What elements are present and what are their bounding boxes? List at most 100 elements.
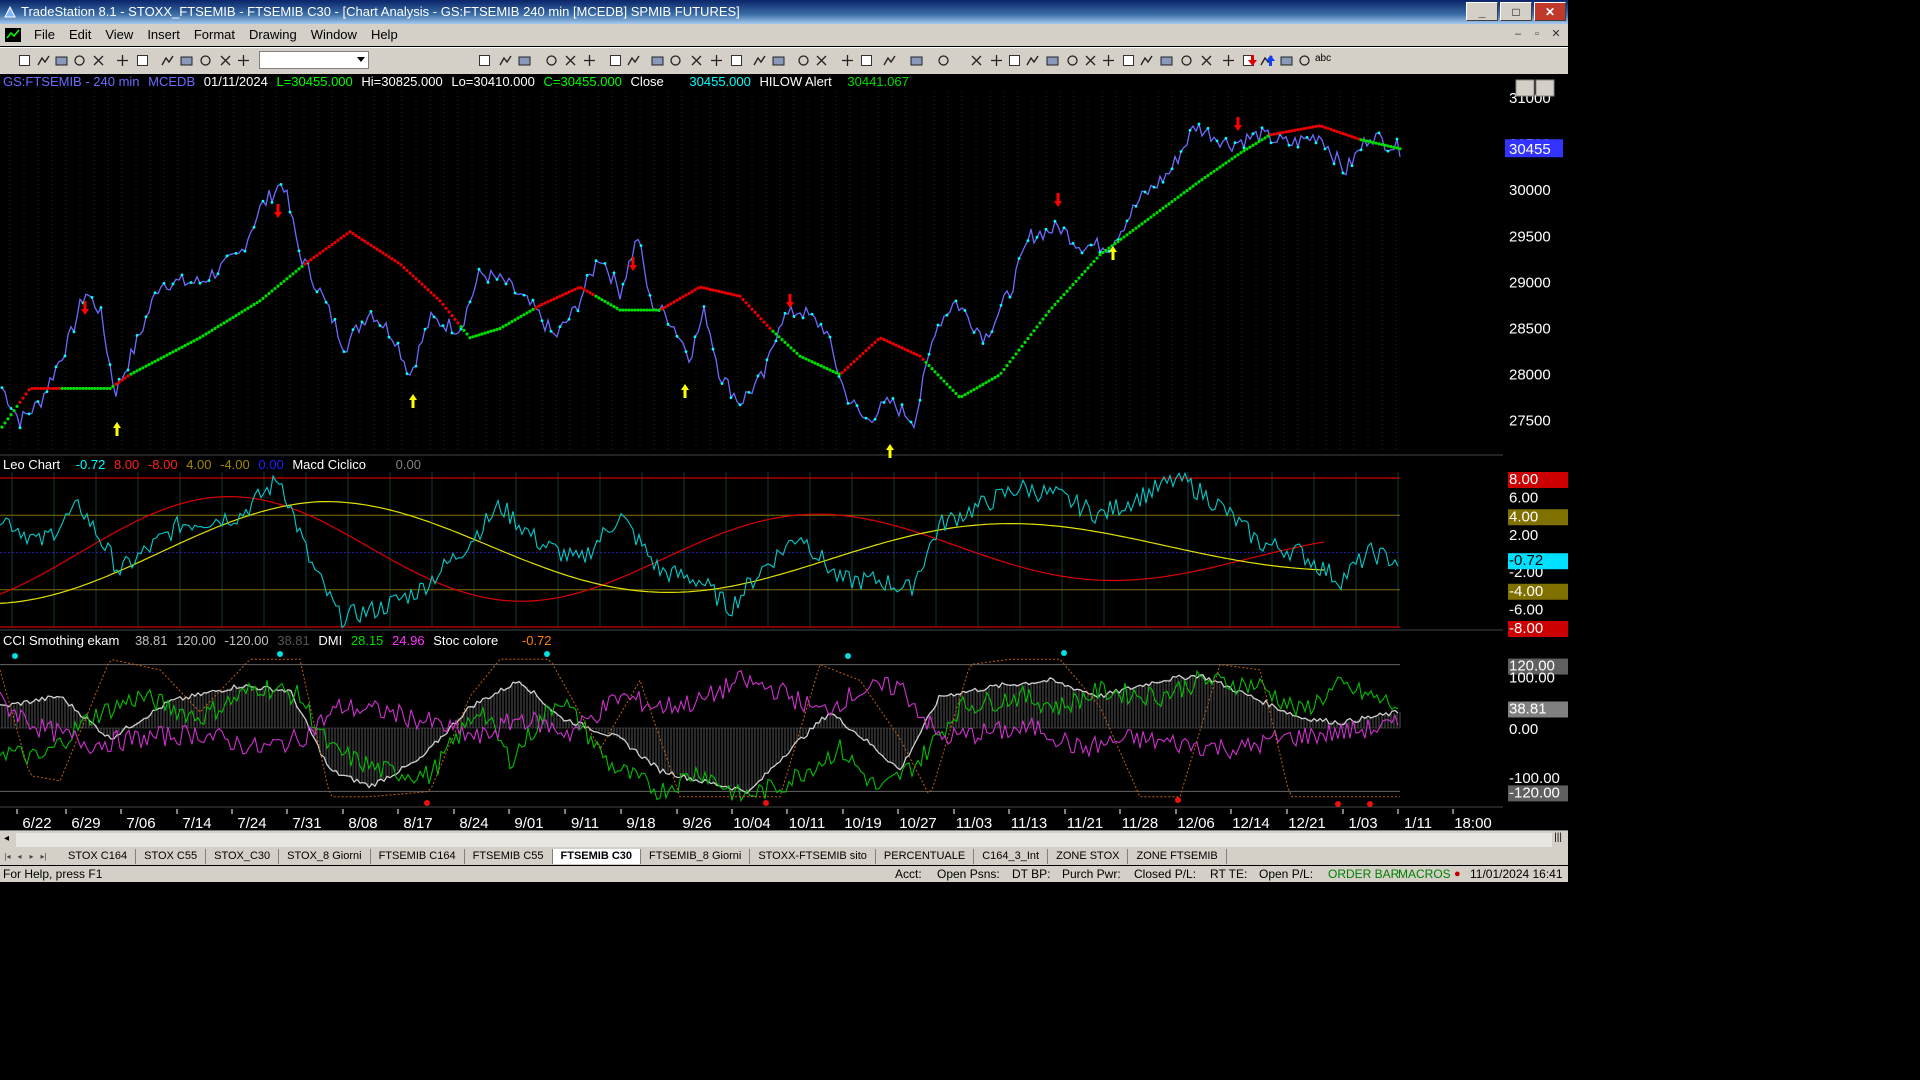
text-tool-button[interactable]: abc (1315, 53, 1331, 64)
workspace-tab[interactable]: STOX_8 Giorni (279, 849, 371, 864)
toolbar-tool-icon[interactable] (1084, 54, 1097, 67)
menu-format[interactable]: Format (187, 24, 242, 46)
hilow-dot (1164, 204, 1168, 208)
toolbar-tool-icon[interactable] (730, 54, 743, 67)
workspace-tab[interactable]: FTSEMIB C164 (371, 849, 465, 864)
minimize-button[interactable]: _ (1466, 2, 1498, 21)
toolbar-tool-icon[interactable] (690, 54, 703, 67)
workspace-tab[interactable]: STOXX-FTSEMIB sito (750, 849, 876, 864)
toolbar-tool-icon[interactable] (92, 54, 105, 67)
tab-first-icon[interactable]: |◂ (2, 850, 13, 863)
arrow-up-tool-icon[interactable] (1264, 54, 1277, 67)
menu-view[interactable]: View (98, 24, 140, 46)
price-point (675, 334, 679, 338)
chart-window-icon[interactable] (5, 28, 21, 42)
menu-window[interactable]: Window (304, 24, 364, 46)
chart-canvas[interactable]: 3100030500300002950029000285002800027500… (0, 74, 1568, 830)
toolbar-tool-icon[interactable] (583, 54, 596, 67)
toolbar-tool-icon[interactable] (161, 54, 174, 67)
toolbar-tool-icon[interactable] (199, 54, 212, 67)
toolbar-tool-icon[interactable] (1298, 54, 1311, 67)
toolbar-tool-icon[interactable] (237, 54, 250, 67)
toolbar-tool-icon[interactable] (1160, 54, 1173, 67)
maximize-button[interactable]: □ (1500, 2, 1532, 21)
toolbar-tool-icon[interactable] (860, 54, 873, 67)
symbol-combo[interactable] (259, 51, 369, 69)
macros-toggle[interactable]: MACROS (1398, 866, 1451, 882)
menu-insert[interactable]: Insert (140, 24, 187, 46)
menu-drawing[interactable]: Drawing (242, 24, 304, 46)
toolbar-tool-icon[interactable] (180, 54, 193, 67)
mdi-close-button[interactable]: ✕ (1548, 27, 1564, 41)
workspace-tab[interactable]: STOX C55 (136, 849, 207, 864)
workspace-tab[interactable]: PERCENTUALE (876, 849, 975, 864)
toolbar-tool-icon[interactable] (910, 54, 923, 67)
order-bar-toggle[interactable]: ORDER BAR (1328, 866, 1399, 882)
toolbar-tool-icon[interactable] (73, 54, 86, 67)
toolbar-tool-icon[interactable] (970, 54, 983, 67)
toolbar-tool-icon[interactable] (219, 54, 232, 67)
workspace-tab[interactable]: ZONE STOX (1048, 849, 1129, 864)
hilow-dot (894, 343, 898, 347)
toolbar-tool-icon[interactable] (627, 54, 640, 67)
workspace-tab[interactable]: C164_3_Int (974, 849, 1049, 864)
menu-file[interactable]: File (27, 24, 62, 46)
toolbar-tool-icon[interactable] (990, 54, 1003, 67)
toolbar-tool-icon[interactable] (478, 54, 491, 67)
toolbar-tool-icon[interactable] (564, 54, 577, 67)
menu-edit[interactable]: Edit (62, 24, 98, 46)
mdi-minimize-button[interactable]: – (1510, 27, 1526, 41)
toolbar-tool-icon[interactable] (1180, 54, 1193, 67)
toolbar-tool-icon[interactable] (1026, 54, 1039, 67)
close-button[interactable]: ✕ (1534, 2, 1566, 21)
toolbar-tool-icon[interactable] (518, 54, 531, 67)
toolbar-tool-icon[interactable] (37, 54, 50, 67)
workspace-tab[interactable]: FTSEMIB C30 (552, 849, 642, 864)
toolbar-tool-icon[interactable] (1008, 54, 1021, 67)
workspace-tab[interactable]: STOX_C30 (206, 849, 280, 864)
hilow-dot (873, 340, 877, 344)
tab-last-icon[interactable]: ▸| (38, 850, 49, 863)
toolbar-tool-icon[interactable] (1122, 54, 1135, 67)
toolbar-tool-icon[interactable] (772, 54, 785, 67)
scroll-left-icon[interactable]: ◂ (4, 833, 9, 844)
toolbar-tool-icon[interactable] (669, 54, 682, 67)
toolbar-tool-icon[interactable] (609, 54, 622, 67)
toolbar-tool-icon[interactable] (1046, 54, 1059, 67)
mdi-restore-button[interactable]: ▫ (1529, 27, 1545, 41)
price-point (207, 279, 211, 282)
hilow-dot (1125, 233, 1129, 237)
toolbar-tool-icon[interactable] (1280, 54, 1293, 67)
menu-help[interactable]: Help (364, 24, 405, 46)
toolbar-tool-icon[interactable] (651, 54, 664, 67)
toolbar-tool-icon[interactable] (797, 54, 810, 67)
toolbar-tool-icon[interactable] (1140, 54, 1153, 67)
workspace-tab[interactable]: FTSEMIB C55 (465, 849, 553, 864)
toolbar-tool-icon[interactable] (499, 54, 512, 67)
toolbar-tool-icon[interactable] (1066, 54, 1079, 67)
toolbar-tool-icon[interactable] (55, 54, 68, 67)
workspace-tab[interactable]: STOX C164 (60, 849, 137, 864)
tab-next-icon[interactable]: ▸ (26, 850, 37, 863)
scroll-grip-icon[interactable]: ||| (1554, 832, 1562, 843)
toolbar-tool-icon[interactable] (1222, 54, 1235, 67)
toolbar-tool-icon[interactable] (841, 54, 854, 67)
workspace-tab[interactable]: ZONE FTSEMIB (1128, 849, 1227, 864)
toolbar-tool-icon[interactable] (883, 54, 896, 67)
toolbar-tool-icon[interactable] (1200, 54, 1213, 67)
arrow-down-tool-icon[interactable] (1246, 54, 1259, 67)
tab-prev-icon[interactable]: ◂ (14, 850, 25, 863)
chart-scrollbar[interactable]: ◂ ||| (0, 830, 1568, 849)
toolbar-tool-icon[interactable] (710, 54, 723, 67)
toolbar-tool-icon[interactable] (136, 54, 149, 67)
toolbar-tool-icon[interactable] (116, 54, 129, 67)
toolbar-tool-icon[interactable] (545, 54, 558, 67)
toolbar-tool-icon[interactable] (1102, 54, 1115, 67)
toolbar-tool-icon[interactable] (815, 54, 828, 67)
workspace-tab[interactable]: FTSEMIB_8 Giorni (641, 849, 751, 864)
toolbar-tool-icon[interactable] (937, 54, 950, 67)
toolbar-tool-icon[interactable] (753, 54, 766, 67)
toolbar-tool-icon[interactable] (18, 54, 31, 67)
hilow-dot (1323, 125, 1327, 129)
scroll-track[interactable] (16, 833, 1552, 847)
